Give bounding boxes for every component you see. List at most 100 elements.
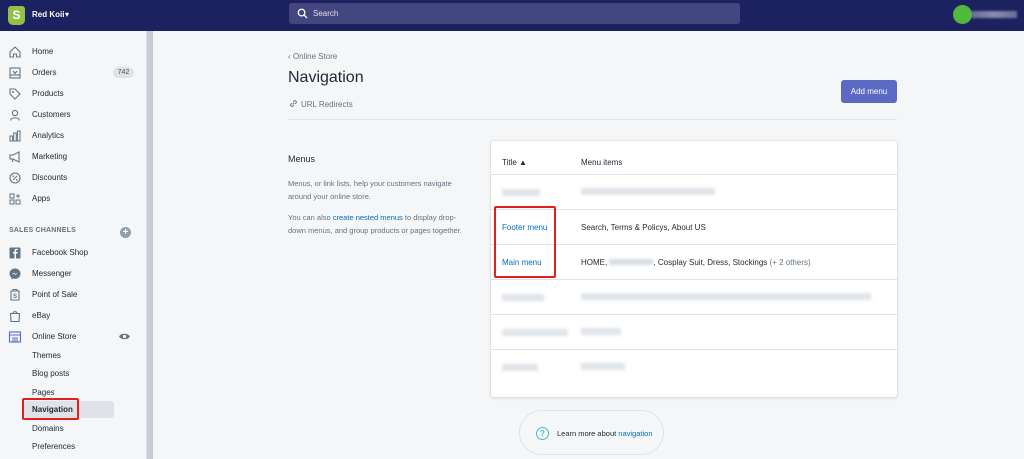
breadcrumb-link[interactable]: Online Store (293, 52, 337, 61)
url-redirects-label: URL Redirects (301, 100, 353, 109)
add-menu-button[interactable]: Add menu (841, 80, 897, 103)
tag-icon (9, 88, 21, 100)
page-title: Navigation (288, 69, 364, 86)
menus-description-nested: You can also create nested menus to disp… (288, 211, 468, 237)
items-more-count: (+ 2 others) (769, 258, 811, 267)
redacted-title (502, 364, 538, 371)
sidebar-subitem-label: Pages (32, 388, 55, 397)
sidebar-item-apps[interactable]: Apps (0, 189, 147, 209)
help-label: Learn more about (557, 429, 619, 438)
sidebar-subitem-domains[interactable]: Domains (24, 420, 114, 437)
sidebar-item-label: Analytics (32, 131, 65, 140)
sidebar-item-marketing[interactable]: Marketing (0, 147, 147, 167)
orders-count-badge: 742 (113, 67, 134, 78)
sidebar-subitem-label: Blog posts (32, 369, 70, 378)
sidebar-item-label: Products (32, 89, 64, 98)
menus-section-title: Menus (288, 154, 316, 164)
sidebar-subitem-preferences[interactable]: Preferences (24, 438, 114, 455)
url-redirects-link[interactable]: URL Redirects (289, 99, 353, 109)
link-icon (290, 100, 297, 107)
account-name-redacted[interactable] (971, 11, 1017, 18)
sidebar-item-label: Apps (32, 194, 51, 203)
sidebar-subitem-label: Preferences (32, 442, 76, 451)
desc-text: You can also (288, 213, 333, 222)
home-icon (9, 46, 21, 58)
avatar[interactable] (953, 5, 972, 24)
sidebar-item-messenger[interactable]: Messenger (0, 264, 147, 284)
redacted-title (502, 294, 544, 301)
person-icon (9, 109, 21, 121)
sidebar-item-orders[interactable]: Orders 742 (0, 63, 147, 83)
megaphone-icon (9, 151, 20, 163)
sidebar-item-label: Messenger (32, 269, 72, 278)
shopify-logo-icon[interactable]: S (8, 6, 25, 25)
sidebar-item-label: Home (32, 47, 54, 56)
create-nested-menus-link[interactable]: create nested menus (333, 213, 403, 222)
redacted-items (581, 328, 621, 335)
help-footer: ? Learn more about navigation (519, 410, 664, 455)
search-icon (297, 8, 308, 19)
shopping-bag-icon (9, 311, 21, 323)
sidebar-item-home[interactable]: Home (0, 42, 147, 62)
sidebar-item-facebook-shop[interactable]: Facebook Shop (0, 243, 147, 263)
sidebar-item-point-of-sale[interactable]: S Point of Sale (0, 285, 147, 305)
sidebar-item-label: Point of Sale (32, 290, 78, 299)
sidebar-item-products[interactable]: Products (0, 84, 147, 104)
store-name[interactable]: Red Koii (32, 10, 64, 19)
search-bar[interactable] (289, 3, 740, 24)
store-icon (8, 331, 22, 343)
sidebar-subitem-themes[interactable]: Themes (24, 347, 114, 364)
discount-icon (9, 172, 21, 184)
redacted-title (502, 329, 568, 336)
sidebar-item-label: Facebook Shop (32, 248, 89, 257)
top-bar: S Red Koii ▾ (0, 0, 1024, 31)
divider (288, 119, 897, 120)
column-header-title[interactable]: Title ▲ (502, 158, 527, 167)
sidebar-item-label: Discounts (32, 173, 68, 182)
sidebar-item-analytics[interactable]: Analytics (0, 126, 147, 146)
items-suffix: , Cosplay Suit, Dress, Stockings (653, 258, 768, 267)
table-row[interactable] (491, 349, 897, 384)
sidebar-item-customers[interactable]: Customers (0, 105, 147, 125)
table-row[interactable] (491, 174, 897, 209)
redacted-title (502, 189, 540, 196)
sidebar-item-discounts[interactable]: Discounts (0, 168, 147, 188)
sales-channels-heading: SALES CHANNELS (9, 227, 76, 234)
add-channel-plus-icon[interactable]: + (120, 227, 131, 238)
menu-items-text: Search, Terms & Policys, About US (581, 223, 706, 232)
sidebar-subitem-label: Themes (32, 351, 61, 360)
redacted-item (609, 259, 654, 265)
redacted-items (581, 363, 625, 370)
apps-icon (9, 193, 21, 205)
sidebar-subitem-label: Domains (32, 424, 64, 433)
search-input[interactable] (313, 7, 713, 20)
sidebar: Home Orders 742 Products Customers Analy… (0, 31, 147, 459)
highlight-box-navigation (22, 398, 79, 420)
sidebar-subitem-blog-posts[interactable]: Blog posts (24, 365, 114, 382)
items-prefix: HOME, (581, 258, 610, 267)
navigation-help-link[interactable]: navigation (618, 429, 652, 438)
column-header-menu-items: Menu items (581, 158, 623, 167)
help-text: Learn more about navigation (557, 429, 653, 438)
messenger-icon (9, 268, 21, 280)
svg-text:S: S (13, 294, 17, 300)
chevron-down-icon[interactable]: ▾ (65, 10, 69, 19)
sidebar-item-label: Customers (32, 110, 71, 119)
facebook-icon (9, 247, 21, 259)
sidebar-scrollbar[interactable] (147, 31, 153, 459)
table-row[interactable] (491, 279, 897, 314)
table-row[interactable] (491, 314, 897, 349)
sidebar-item-label: Online Store (32, 332, 77, 341)
pos-icon: S (10, 289, 20, 301)
sidebar-item-label: eBay (32, 311, 51, 320)
sidebar-item-ebay[interactable]: eBay (0, 306, 147, 326)
question-circle-icon: ? (536, 427, 549, 440)
sidebar-item-label: Marketing (32, 152, 68, 161)
menu-items-text: HOME, , Cosplay Suit, Dress, Stockings (… (581, 258, 811, 267)
menus-description: Menus, or link lists, help your customer… (288, 179, 452, 201)
bar-chart-icon (9, 130, 21, 142)
eye-icon[interactable] (118, 332, 131, 341)
redacted-items (581, 188, 715, 195)
highlight-box-menus (494, 206, 556, 278)
breadcrumb[interactable]: ‹ Online Store (288, 52, 337, 61)
